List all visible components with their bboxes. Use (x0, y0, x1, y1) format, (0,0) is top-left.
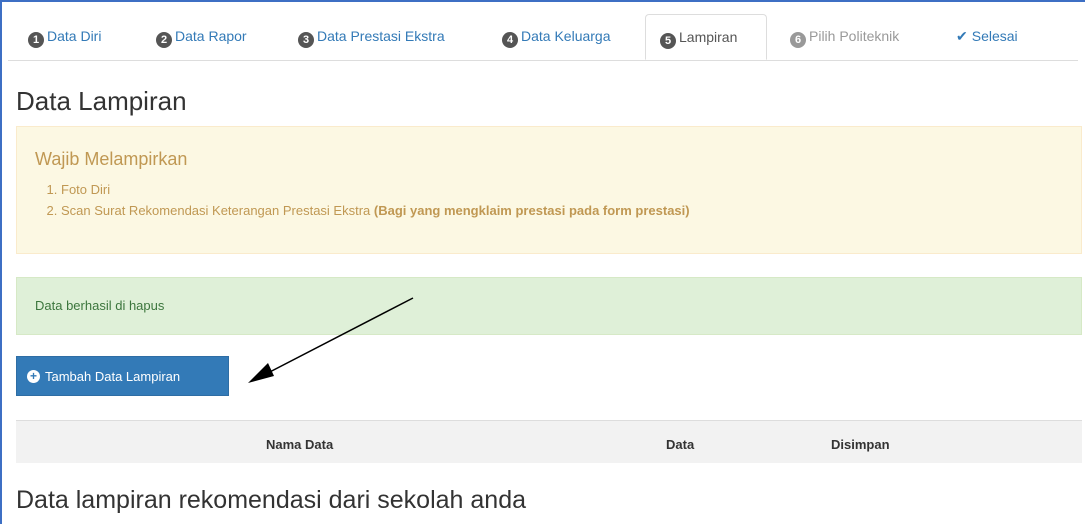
arrow-head (248, 363, 274, 383)
attachments-table-header: Nama Data Data Disimpan (16, 421, 1082, 463)
arrow-shaft (261, 297, 414, 377)
section-title: Data lampiran rekomendasi dari sekolah a… (16, 486, 527, 514)
column-header-nama-data: Nama Data (266, 437, 334, 452)
column-header-data: Data (666, 437, 695, 452)
column-header-disimpan: Disimpan (831, 437, 890, 452)
